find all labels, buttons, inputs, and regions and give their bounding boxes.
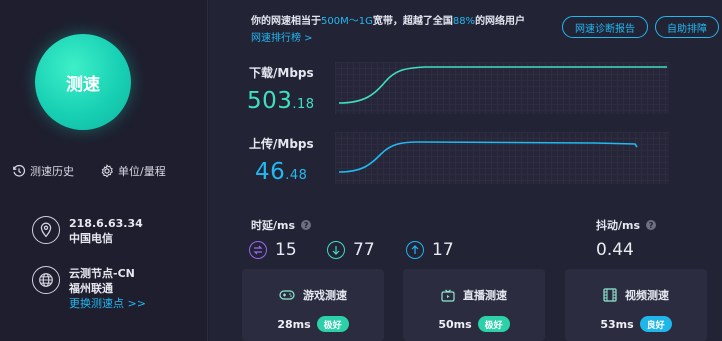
download-dec: .18 <box>292 97 315 112</box>
main-panel: 你的网速相当于500M～1G宽带，超越了全国88%的网络用户 网速排行榜 > 网… <box>209 0 722 341</box>
latency-label: 时延/ms ? <box>251 217 312 233</box>
speed-history-button[interactable]: 测速历史 <box>12 163 74 179</box>
tv-icon <box>441 289 455 302</box>
unit-range-label: 单位/量程 <box>118 165 166 178</box>
unit-range-button[interactable]: 单位/量程 <box>100 163 166 179</box>
gear-icon <box>101 164 113 178</box>
jitter-help-icon[interactable]: ? <box>646 220 657 230</box>
ip-info: 218.6.63.34 中国电信 <box>32 216 143 246</box>
latency-label-text: 时延/ms <box>251 219 296 232</box>
upload-label: 上传/Mbps <box>249 137 314 151</box>
speed-test-app: 测速 测速历史 单位/量程 218.6.63.34 中国电信 云测节点-CN 福… <box>0 0 722 341</box>
upload-dec: .48 <box>285 168 308 183</box>
download-int: 503 <box>247 88 293 114</box>
gamepad-icon <box>279 290 295 300</box>
speed-report-button[interactable]: 网速诊断报告 <box>562 16 648 38</box>
self-troubleshoot-button[interactable]: 自助排障 <box>655 16 719 38</box>
video-test-card[interactable]: 视频测速 53ms 良好 <box>565 269 707 341</box>
jitter-label: 抖动/ms ? <box>596 217 657 233</box>
upload-graph <box>335 132 669 184</box>
jitter-value: 0.44 <box>596 240 634 260</box>
game-test-card[interactable]: 游戏测速 28ms 极好 <box>242 269 384 341</box>
latency-help-icon[interactable]: ? <box>301 220 312 230</box>
latency-idle: 15 <box>249 240 297 260</box>
arrow-down-icon <box>327 241 345 259</box>
live-test-card[interactable]: 直播测速 50ms 极好 <box>403 269 545 341</box>
percent-value: 88% <box>452 16 476 27</box>
latency-idle-value: 15 <box>275 240 297 260</box>
left-panel: 测速 测速历史 单位/量程 218.6.63.34 中国电信 云测节点-CN 福… <box>0 0 208 341</box>
summary-text-3: 的网络用户 <box>475 16 526 27</box>
node-location: 福州联通 <box>69 282 113 295</box>
latency-upload-value: 17 <box>432 240 454 260</box>
bandwidth-value: 500M～1G <box>321 16 373 27</box>
upload-int: 46 <box>255 159 286 185</box>
download-label: 下载/Mbps <box>249 66 314 80</box>
live-test-title: 直播测速 <box>463 289 507 302</box>
latency-upload: 17 <box>406 240 454 260</box>
video-test-ms: 53ms <box>600 317 634 331</box>
speed-summary: 你的网速相当于500M～1G宽带，超越了全国88%的网络用户 <box>251 12 525 27</box>
latency-download-value: 77 <box>353 240 375 260</box>
video-test-title: 视频测速 <box>625 289 669 302</box>
node-info: 云测节点-CN 福州联通 更换测速点 >> <box>32 266 146 311</box>
summary-text-2: 宽带，超越了全国 <box>372 16 453 27</box>
video-test-badge: 良好 <box>639 316 672 332</box>
isp-name: 中国电信 <box>69 232 113 245</box>
game-test-title: 游戏测速 <box>303 289 347 302</box>
download-graph <box>335 62 669 114</box>
globe-icon <box>32 266 60 294</box>
download-speed: 503.18 <box>247 88 315 114</box>
live-test-ms: 50ms <box>438 317 472 331</box>
film-icon <box>603 288 617 302</box>
live-test-badge: 极好 <box>477 316 510 332</box>
ip-address: 218.6.63.34 <box>69 217 143 230</box>
speed-ranking-link[interactable]: 网速排行榜 > <box>251 29 313 44</box>
change-node-link[interactable]: 更换测速点 >> <box>69 296 146 311</box>
game-test-badge: 极好 <box>316 316 349 332</box>
latency-download: 77 <box>327 240 375 260</box>
game-test-ms: 28ms <box>277 317 311 331</box>
summary-text-1: 你的网速相当于 <box>251 16 321 27</box>
start-speed-test-button[interactable]: 测速 <box>35 34 131 130</box>
node-name: 云测节点-CN <box>69 267 135 280</box>
jitter-label-text: 抖动/ms <box>596 219 641 232</box>
speed-history-label: 测速历史 <box>30 165 74 178</box>
upload-speed: 46.48 <box>255 159 307 185</box>
swap-icon <box>249 241 267 259</box>
location-pin-icon <box>32 216 60 244</box>
arrow-up-icon <box>406 241 424 259</box>
history-icon <box>13 164 26 177</box>
